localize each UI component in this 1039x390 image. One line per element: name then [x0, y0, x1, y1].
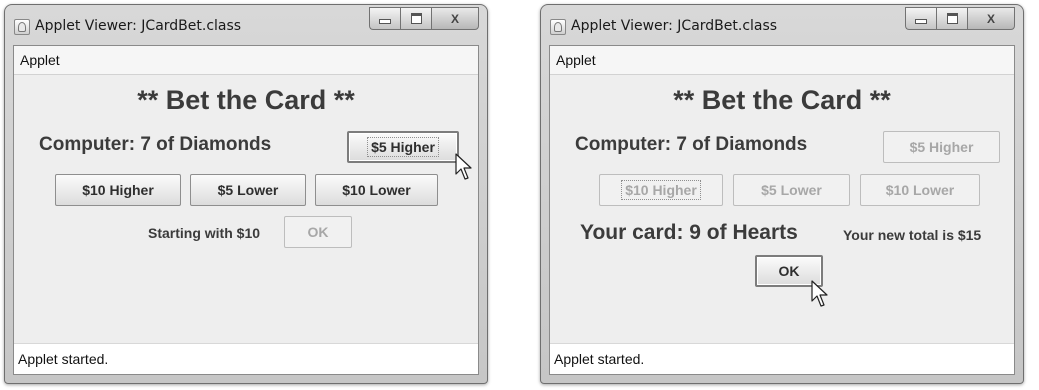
computer-card-label: Computer: 7 of Diamonds	[575, 134, 808, 155]
applet-viewer-window-1: Applet Viewer: JCardBet.class X Applet *…	[4, 4, 488, 384]
minimize-button[interactable]	[369, 7, 400, 30]
maximize-icon	[410, 13, 422, 24]
status-text: Applet started.	[554, 351, 645, 367]
status-text: Applet started.	[18, 351, 109, 367]
status-bar: Applet started.	[14, 343, 478, 374]
maximize-icon	[946, 13, 958, 24]
close-icon: X	[986, 11, 995, 26]
your-card-label: Your card: 9 of Hearts	[580, 221, 798, 244]
starting-money-label: Starting with $10	[148, 225, 261, 241]
window-title: Applet Viewer: JCardBet.class	[35, 18, 242, 34]
minimize-icon	[915, 19, 927, 24]
title-bar[interactable]: Applet Viewer: JCardBet.class X	[5, 5, 487, 45]
menu-bar: Applet	[14, 46, 478, 75]
computer-card-label: Computer: 7 of Diamonds	[39, 134, 272, 155]
bet-5-lower-button[interactable]: $5 Lower	[733, 174, 850, 206]
menu-bar: Applet	[550, 46, 1014, 75]
status-bar: Applet started.	[550, 343, 1014, 374]
menu-applet[interactable]: Applet	[20, 52, 60, 68]
bet-10-lower-button[interactable]: $10 Lower	[315, 174, 438, 206]
title-bar[interactable]: Applet Viewer: JCardBet.class X	[541, 5, 1023, 45]
bet-5-higher-label: $5 Higher	[367, 137, 439, 157]
window-client: Applet ** Bet the Card ** Computer: 7 of…	[549, 45, 1015, 375]
game-heading: ** Bet the Card **	[137, 85, 355, 115]
window-client: Applet ** Bet the Card ** Computer: 7 of…	[13, 45, 479, 375]
bet-10-higher-label: $10 Higher	[621, 180, 701, 200]
bet-5-higher-button[interactable]: $5 Higher	[883, 131, 1000, 163]
close-icon: X	[450, 11, 459, 26]
new-total-label: Your new total is $15	[843, 227, 982, 243]
applet-panel: ** Bet the Card ** Computer: 7 of Diamon…	[14, 75, 478, 344]
maximize-button[interactable]	[936, 7, 967, 30]
window-controls: X	[905, 7, 1015, 30]
minimize-button[interactable]	[905, 7, 936, 30]
java-applet-icon	[550, 19, 566, 35]
mouse-pointer-icon	[455, 153, 472, 180]
bet-5-lower-button[interactable]: $5 Lower	[190, 174, 306, 206]
game-heading: ** Bet the Card **	[673, 85, 891, 115]
java-applet-icon	[14, 19, 30, 35]
close-button[interactable]: X	[431, 7, 479, 30]
bet-10-higher-button[interactable]: $10 Higher	[599, 174, 723, 206]
window-title: Applet Viewer: JCardBet.class	[571, 18, 778, 34]
menu-applet[interactable]: Applet	[556, 52, 596, 68]
bet-5-higher-button[interactable]: $5 Higher	[347, 131, 459, 163]
close-button[interactable]: X	[967, 7, 1015, 30]
window-controls: X	[369, 7, 479, 30]
bet-10-lower-button[interactable]: $10 Lower	[860, 174, 980, 206]
mouse-pointer-icon	[811, 280, 828, 307]
applet-panel: ** Bet the Card ** Computer: 7 of Diamon…	[550, 75, 1014, 344]
ok-button[interactable]: OK	[284, 216, 352, 248]
bet-10-higher-button[interactable]: $10 Higher	[55, 174, 181, 206]
minimize-icon	[379, 19, 391, 24]
maximize-button[interactable]	[400, 7, 431, 30]
applet-viewer-window-2: Applet Viewer: JCardBet.class X Applet *…	[540, 4, 1024, 384]
